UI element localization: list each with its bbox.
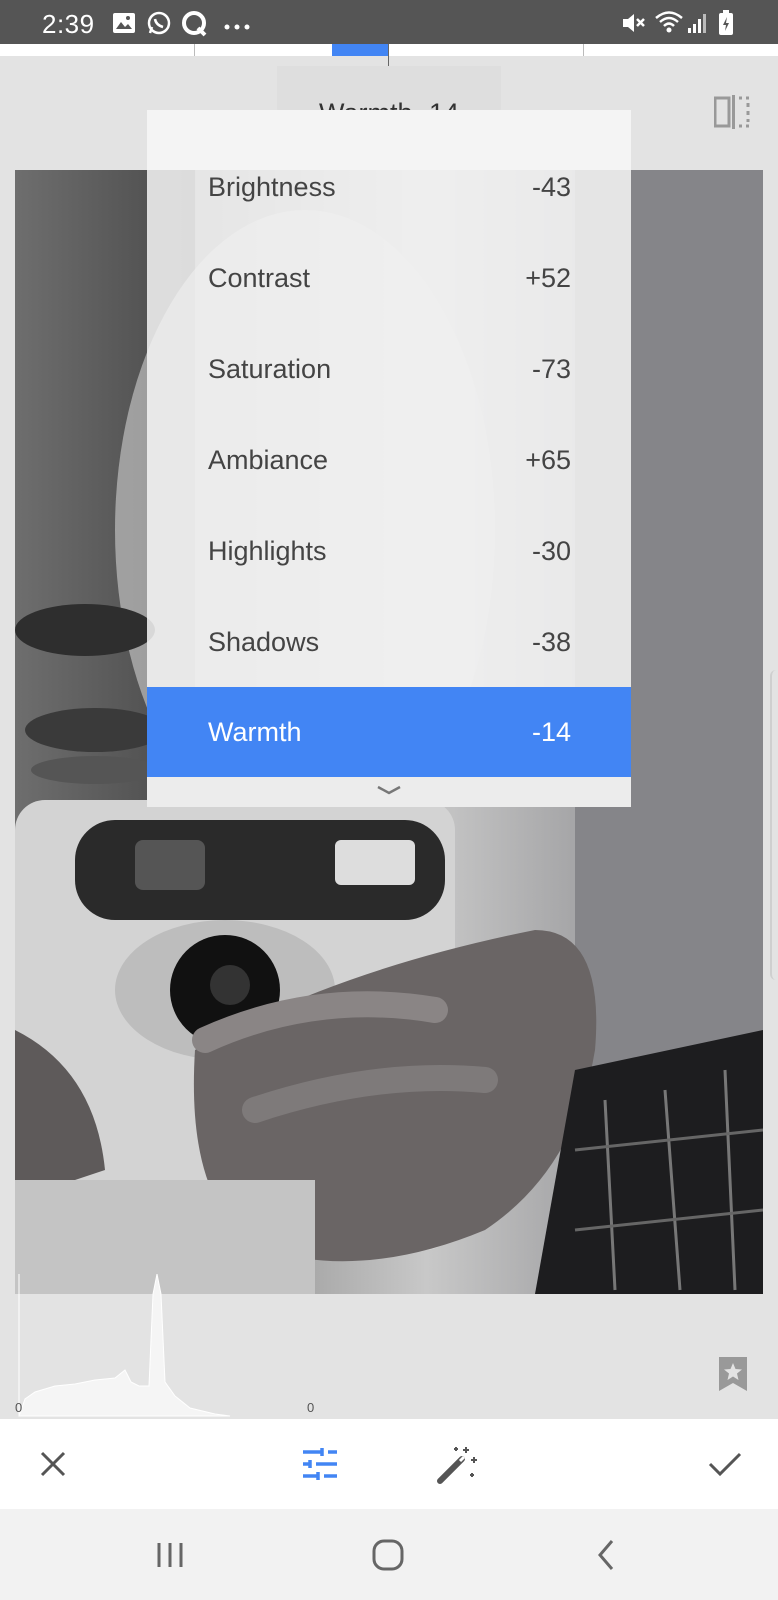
histogram-right-label: 0 — [307, 1400, 314, 1415]
home-icon — [372, 1539, 404, 1570]
menu-item-value: -14 — [531, 717, 571, 747]
tune-button[interactable] — [280, 1419, 360, 1509]
menu-item-label: Saturation — [208, 354, 332, 384]
menu-item-brightness[interactable]: Brightness -43 — [147, 142, 631, 233]
menu-item-value: +52 — [525, 263, 571, 293]
menu-item-contrast[interactable]: Contrast +52 — [147, 233, 631, 324]
histogram-left-label: 0 — [15, 1400, 22, 1415]
strip-divider — [194, 44, 195, 56]
close-button[interactable] — [13, 1419, 93, 1509]
histogram-graph: 0 0 — [15, 1273, 314, 1417]
menu-item-ambiance[interactable]: Ambiance +65 — [147, 415, 631, 506]
image-icon — [112, 12, 136, 39]
battery-icon — [718, 10, 734, 41]
menu-item-label: Warmth — [208, 717, 302, 747]
edge-panel-handle[interactable] — [770, 670, 778, 980]
close-icon — [40, 1451, 66, 1477]
check-icon — [708, 1452, 742, 1477]
menu-item-label: Ambiance — [208, 445, 329, 475]
more-icon — [224, 18, 250, 36]
auto-adjust-button[interactable] — [417, 1419, 497, 1509]
strip-divider — [583, 44, 584, 56]
whatsapp-icon — [146, 10, 172, 41]
menu-item-value: -73 — [531, 354, 571, 384]
menu-item-warmth[interactable]: Warmth -14 — [147, 687, 631, 778]
compare-icon[interactable] — [713, 95, 750, 129]
filter-strip[interactable] — [0, 44, 778, 56]
auto-magic-icon — [437, 1447, 477, 1484]
back-icon — [598, 1539, 614, 1570]
apply-button[interactable] — [685, 1419, 765, 1509]
menu-expand-handle[interactable] — [147, 777, 631, 807]
menu-item-shadows[interactable]: Shadows -38 — [147, 597, 631, 688]
menu-item-label: Brightness — [208, 172, 336, 202]
menu-item-value: -30 — [531, 536, 571, 566]
mute-icon — [620, 10, 646, 41]
status-bar: 2:39 — [0, 0, 778, 44]
recent-apps-icon — [157, 1542, 183, 1567]
menu-item-label: Shadows — [208, 627, 320, 657]
editor-toolbar — [0, 1419, 778, 1509]
chevron-down-icon — [377, 785, 401, 795]
status-time: 2:39 — [42, 9, 95, 39]
menu-item-highlights[interactable]: Highlights -30 — [147, 506, 631, 597]
tune-icon — [303, 1448, 337, 1480]
back-button[interactable] — [556, 1509, 656, 1600]
menu-item-saturation[interactable]: Saturation -73 — [147, 324, 631, 415]
menu-item-value: -38 — [531, 627, 571, 657]
wifi-icon — [654, 9, 684, 40]
menu-item-label: Highlights — [208, 536, 327, 566]
strip-active-indicator — [332, 44, 388, 56]
home-button[interactable] — [338, 1509, 438, 1600]
q-app-icon — [181, 10, 209, 43]
recent-apps-button[interactable] — [120, 1509, 220, 1600]
system-nav-bar — [0, 1509, 778, 1600]
adjustment-menu: Brightness -43 Contrast +52 Saturation -… — [147, 110, 631, 807]
signal-icon — [688, 12, 708, 39]
menu-item-value: +65 — [525, 445, 571, 475]
histogram: 0 0 — [15, 1273, 315, 1419]
menu-item-value: -43 — [531, 172, 571, 202]
menu-item-label: Contrast — [208, 263, 311, 293]
bookmark-star-icon[interactable] — [718, 1356, 748, 1392]
